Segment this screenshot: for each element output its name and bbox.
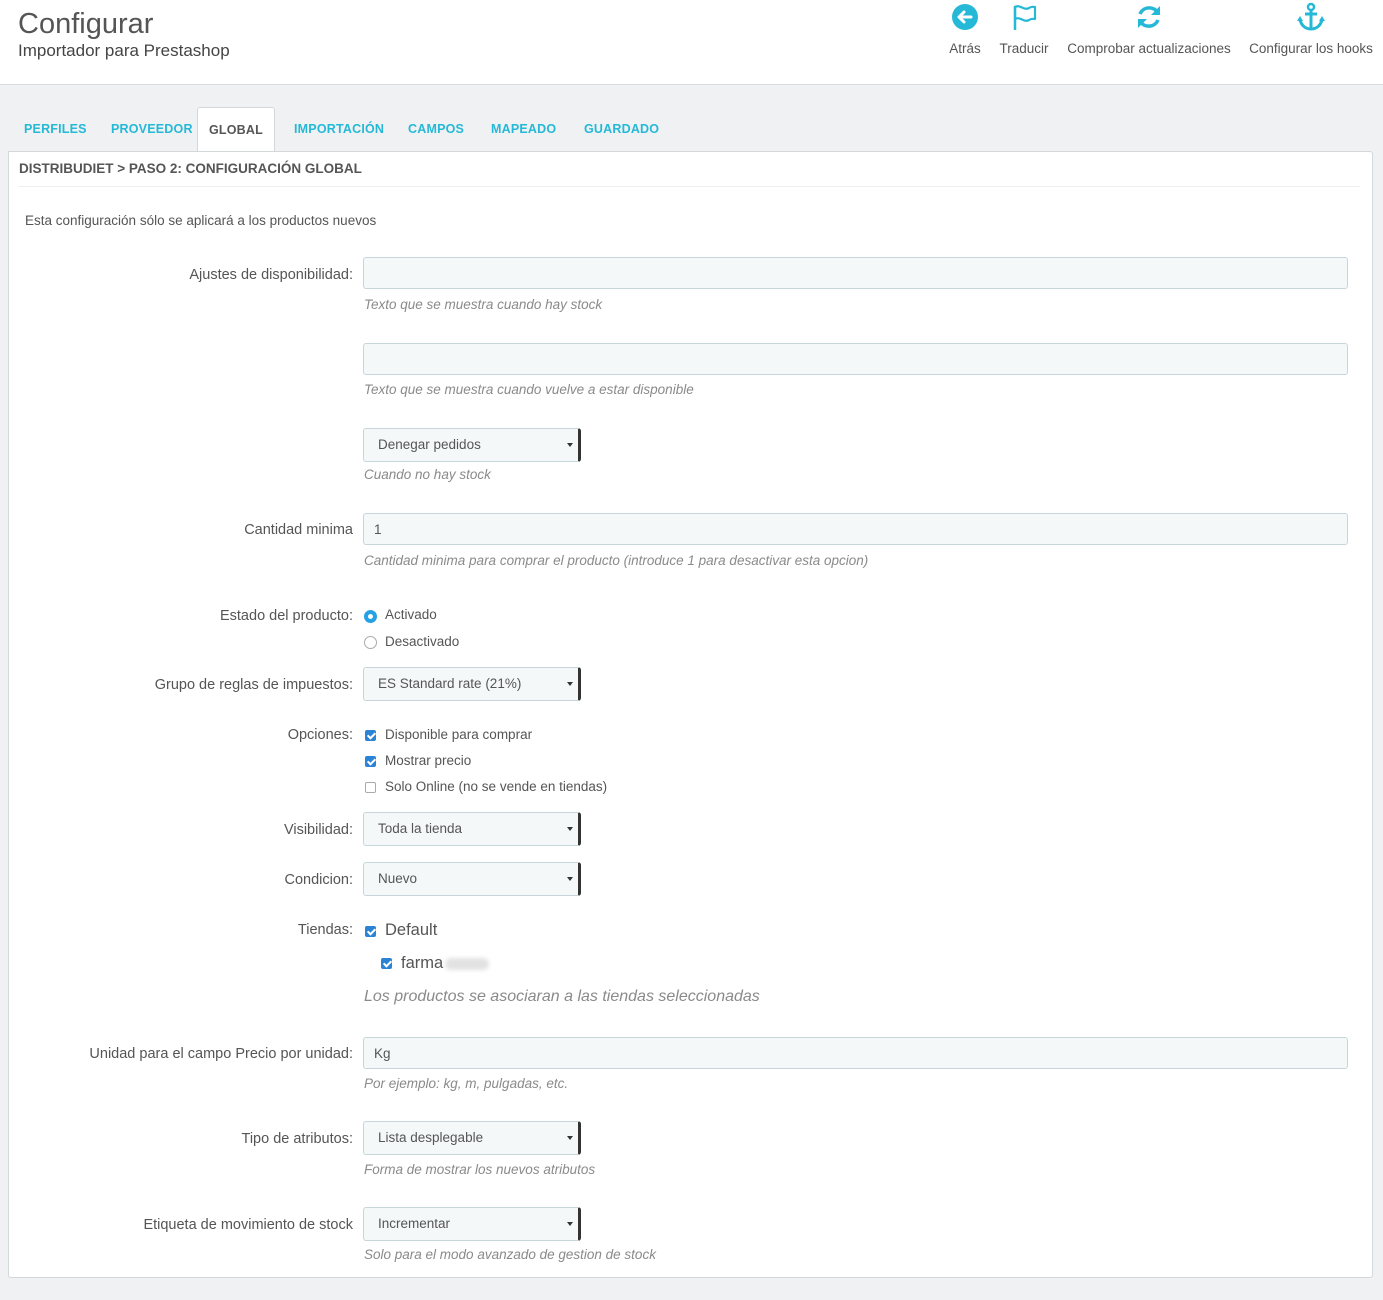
page-title: Configurar [18,8,154,40]
back-button[interactable]: Atrás [940,0,990,84]
anchor-icon [1297,2,1325,31]
min-qty-label: Cantidad minima [244,522,353,538]
chevron-down-icon [567,1222,573,1226]
page-header: Configurar Importador para Prestashop At… [0,0,1383,85]
configure-hooks-button[interactable]: Configurar los hooks [1244,0,1378,84]
visibility-label: Visibilidad: [283,822,353,838]
back-circle-icon [952,4,978,30]
unit-input[interactable] [363,1037,1348,1069]
blurred-text [445,957,490,970]
available-for-order-label: Disponible para comprar [385,727,533,742]
shops-help: Los productos se asociaran a las tiendas… [364,988,760,1005]
tab-campos[interactable]: Campos [408,107,464,151]
unit-help: Por ejemplo: kg, m, pulgadas, etc. [364,1076,569,1091]
show-price-checkbox[interactable] [365,756,376,767]
stock-movement-select[interactable]: Incrementar [363,1207,581,1241]
shop-second-name: farma [401,954,444,972]
stock-movement-help: Solo para el modo avanzado de gestion de… [364,1247,656,1262]
condition-select[interactable]: Nuevo [363,862,581,896]
in-stock-help: Texto que se muestra cuando hay stock [364,297,603,312]
status-label: Estado del producto: [219,608,353,624]
tax-value: ES Standard rate (21%) [378,676,522,691]
tax-select[interactable]: ES Standard rate (21%) [363,667,581,701]
in-stock-text-input[interactable] [363,257,1348,289]
flag-icon [1013,5,1037,30]
visibility-value: Toda la tienda [378,821,463,836]
availability-label: Ajustes de disponibilidad: [189,267,353,283]
available-for-order-checkbox[interactable] [365,730,376,741]
tab-perfiles[interactable]: Perfiles [24,107,87,151]
out-of-stock-value: Denegar pedidos [378,437,481,452]
shop-second-checkbox[interactable] [381,958,392,969]
attr-type-select[interactable]: Lista desplegable [363,1121,581,1155]
tab-proveedor[interactable]: Proveedor [111,107,193,151]
attr-type-label: Tipo de atributos: [241,1131,354,1147]
refresh-icon [1138,6,1160,28]
tax-label: Grupo de reglas de impuestos: [154,677,353,693]
min-qty-help: Cantidad minima para comprar el producto… [364,553,869,568]
condition-value: Nuevo [378,871,418,886]
status-inactive-radio[interactable] [364,636,377,649]
check-updates-button[interactable]: Comprobar actualizaciones [1062,0,1236,84]
online-only-checkbox[interactable] [365,782,376,793]
out-of-stock-select[interactable]: Denegar pedidos [363,428,581,462]
shop-default-checkbox[interactable] [365,926,376,937]
stock-movement-value: Incrementar [378,1216,451,1231]
unit-label: Unidad para el campo Precio por unidad: [89,1046,353,1062]
tab-importacion[interactable]: Importación [294,107,384,151]
back-label: Atrás [949,41,981,56]
shop-second-label: farma [401,954,490,973]
tab-global[interactable]: Global [197,107,275,153]
tab-guardado[interactable]: Guardado [584,107,659,151]
chevron-down-icon [567,682,573,686]
show-price-label: Mostrar precio [385,753,472,768]
min-qty-input[interactable] [363,513,1348,545]
attr-type-help: Forma de mostrar los nuevos atributos [364,1162,596,1177]
shops-label: Tiendas: [297,922,353,938]
chevron-down-icon [567,443,573,447]
tab-mapeado[interactable]: Mapeado [491,107,556,151]
intro-text: Esta configuración sólo se aplicará a lo… [25,213,377,228]
translate-label: Traducir [999,41,1049,56]
backorder-help: Texto que se muestra cuando vuelve a est… [364,382,694,397]
status-inactive-label: Desactivado [385,634,460,649]
configure-hooks-label: Configurar los hooks [1249,41,1373,56]
translate-button[interactable]: Traducir [994,0,1054,84]
chevron-down-icon [567,827,573,831]
shop-default-label: Default [385,921,438,939]
chevron-down-icon [567,877,573,881]
check-updates-label: Comprobar actualizaciones [1067,41,1231,56]
options-label: Opciones: [287,727,353,743]
config-panel: Distribudiet > Paso 2: Configuración glo… [8,151,1373,1278]
chevron-down-icon [567,1136,573,1140]
condition-label: Condicion: [284,872,353,888]
status-active-radio[interactable] [364,610,377,623]
visibility-select[interactable]: Toda la tienda [363,812,581,846]
attr-type-value: Lista desplegable [378,1130,484,1145]
out-of-stock-help: Cuando no hay stock [364,467,491,482]
status-active-label: Activado [385,607,437,622]
online-only-label: Solo Online (no se vende en tiendas) [385,779,608,794]
backorder-text-input[interactable] [363,343,1348,375]
page-subtitle: Importador para Prestashop [18,41,230,60]
panel-heading: Distribudiet > Paso 2: Configuración glo… [19,152,1360,187]
stock-movement-label: Etiqueta de movimiento de stock [143,1217,353,1233]
